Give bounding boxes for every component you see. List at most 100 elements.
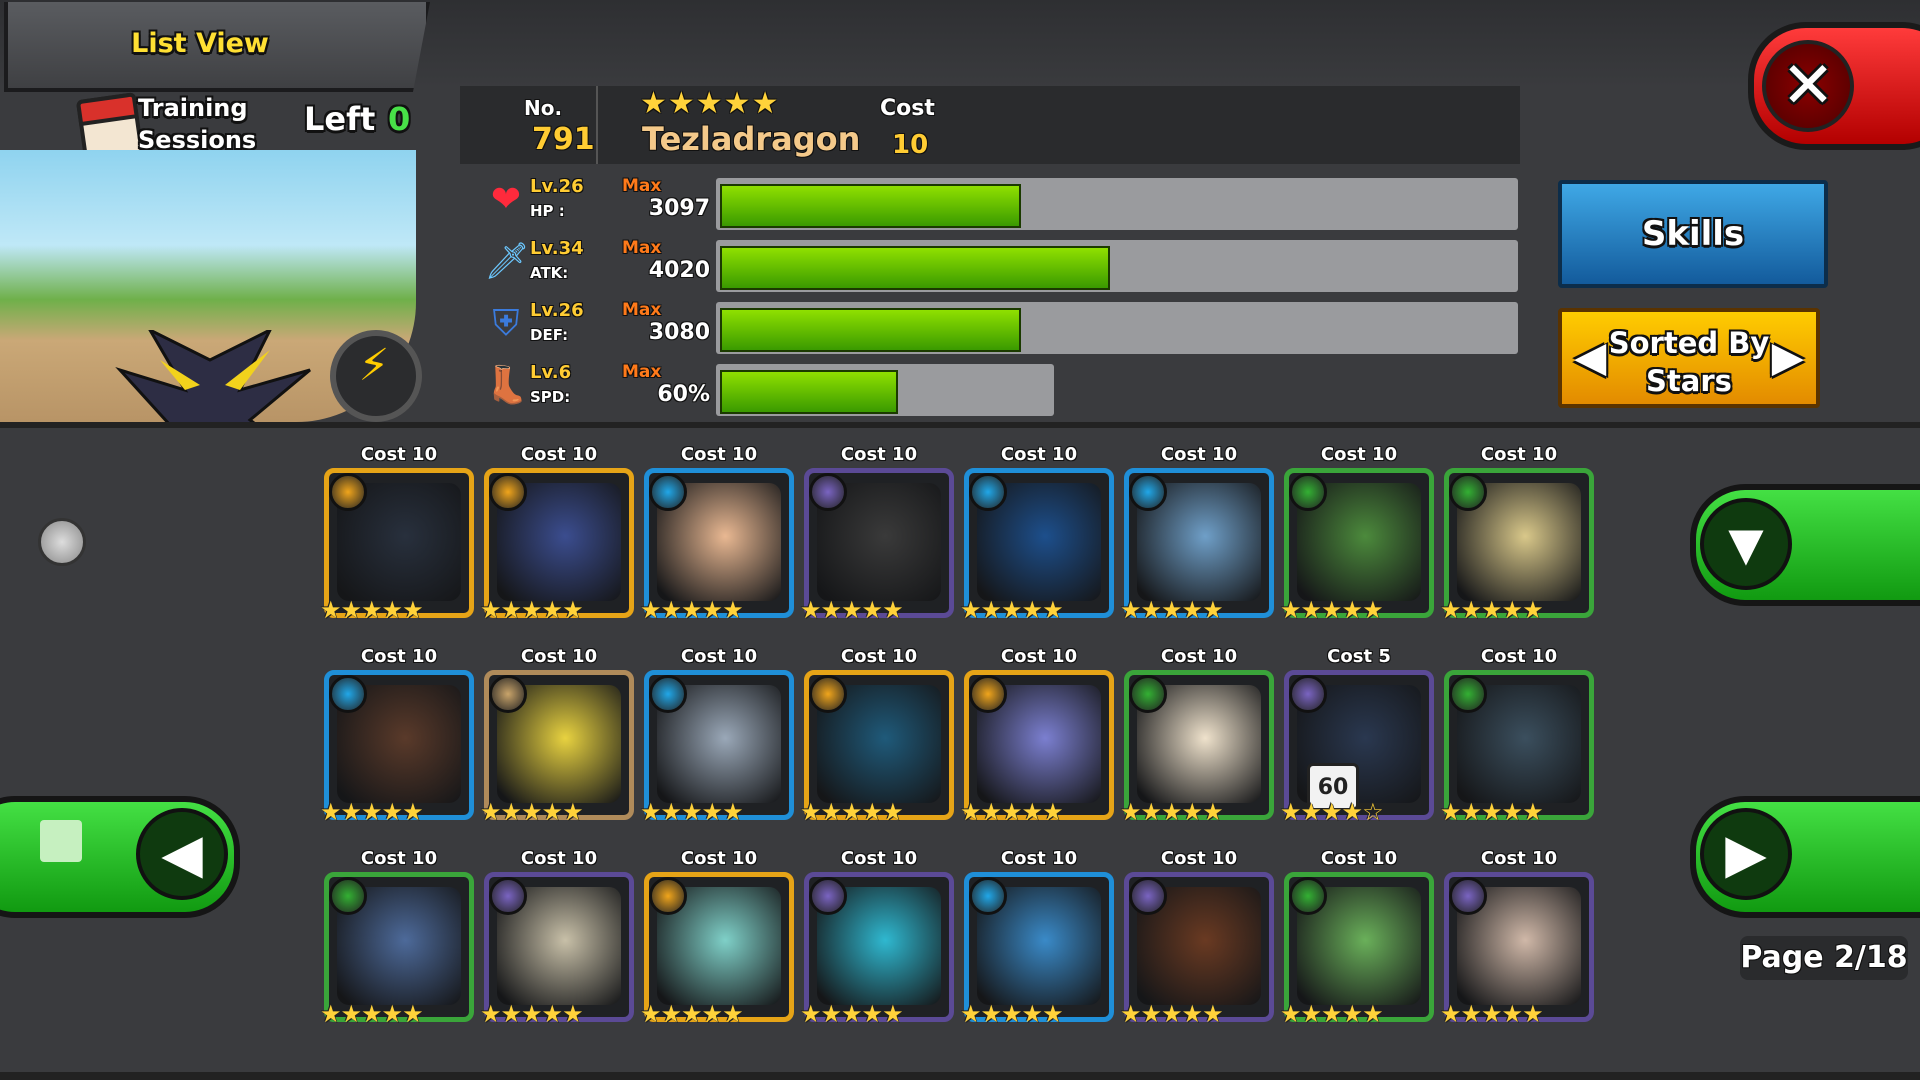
monster-card[interactable]: Cost 10 ★★★★★	[800, 646, 954, 826]
section-divider	[0, 422, 1920, 428]
card-stars: ★★★★★	[1280, 1000, 1384, 1028]
monster-card[interactable]: Cost 10 ★★★★★	[1120, 848, 1274, 1028]
card-stars: ★★★★★	[800, 1000, 904, 1028]
monster-card[interactable]: Cost 10 ★★★★★	[800, 444, 954, 624]
filter-icon[interactable]: ▼	[1700, 498, 1792, 590]
monster-card[interactable]: Cost 10 ★★★★★	[1280, 444, 1434, 624]
stat-max-label: Max	[622, 362, 662, 382]
monster-card[interactable]: Cost 10 ★★★★★	[1120, 444, 1274, 624]
close-icon[interactable]: ✕	[1762, 40, 1854, 132]
monster-card[interactable]: Cost 5 60 ★★★★☆	[1280, 646, 1434, 826]
monster-card[interactable]: Cost 10 ★★★★★	[960, 646, 1114, 826]
monster-card[interactable]: Cost 10 ★★★★★	[320, 646, 474, 826]
monster-card[interactable]: Cost 10 ★★★★★	[800, 848, 954, 1028]
stat-level: Lv.26	[530, 300, 584, 321]
list-view-label: List View	[131, 28, 269, 59]
monster-card[interactable]: Cost 10 ★★★★★	[960, 444, 1114, 624]
monster-card[interactable]: Cost 10 ★★★★★	[320, 444, 474, 624]
card-stars: ★★★★★	[800, 596, 904, 624]
monster-card[interactable]: Cost 10 ★★★★★	[640, 848, 794, 1028]
monster-stars: ★★★★★	[640, 86, 780, 121]
card-cost: Cost 10	[1160, 848, 1238, 869]
lightning-element-icon	[649, 877, 687, 915]
card-stars: ★★★★★	[960, 798, 1064, 826]
water-element-icon	[649, 473, 687, 511]
monster-card[interactable]: Cost 10 ★★★★★	[640, 444, 794, 624]
card-stars: ★★★★☆	[1280, 798, 1384, 826]
lightning-icon[interactable]: ⚡	[344, 340, 404, 391]
card-cost: Cost 10	[1320, 444, 1398, 465]
monster-card[interactable]: Cost 10 ★★★★★	[1120, 646, 1274, 826]
multi-select-checkbox[interactable]	[40, 820, 82, 862]
monster-card[interactable]: Cost 10 ★★★★★	[480, 848, 634, 1028]
water-element-icon	[649, 675, 687, 713]
card-stars: ★★★★★	[640, 798, 744, 826]
card-stars: ★★★★★	[320, 1000, 424, 1028]
card-cost: Cost 10	[360, 646, 438, 667]
monster-card[interactable]: Cost 10 ★★★★★	[320, 848, 474, 1028]
nature-element-icon	[1449, 473, 1487, 511]
monster-card[interactable]: Cost 10 ★★★★★	[1440, 444, 1594, 624]
stat-max-label: Max	[622, 238, 662, 258]
sort-next-icon[interactable]: ▶	[1772, 336, 1804, 378]
monster-card[interactable]: Cost 10 ★★★★★	[1440, 848, 1594, 1028]
card-cost: Cost 10	[1000, 848, 1078, 869]
cost-value: 10	[892, 130, 929, 160]
cost-label: Cost	[880, 96, 935, 121]
select-mode-radio[interactable]	[38, 518, 86, 566]
water-element-icon	[1129, 473, 1167, 511]
nature-element-icon	[1289, 473, 1327, 511]
monster-card[interactable]: Cost 10 ★★★★★	[480, 646, 634, 826]
monster-card[interactable]: Cost 10 ★★★★★	[1440, 646, 1594, 826]
boot-icon: 👢	[484, 365, 529, 406]
card-cost: Cost 10	[1480, 646, 1558, 667]
dark-element-icon	[1289, 675, 1327, 713]
sort-button[interactable]: ◀ Sorted By Stars ▶	[1558, 308, 1820, 408]
dark-element-icon	[489, 877, 527, 915]
water-element-icon	[969, 877, 1007, 915]
stat-bar-fill	[720, 308, 1021, 352]
monster-card[interactable]: Cost 10 ★★★★★	[960, 848, 1114, 1028]
card-stars: ★★★★★	[1120, 596, 1224, 624]
dark-element-icon	[809, 473, 847, 511]
divider	[596, 86, 598, 164]
card-stars: ★★★★★	[480, 798, 584, 826]
card-stars: ★★★★★	[320, 798, 424, 826]
dark-element-icon	[1129, 877, 1167, 915]
monster-card[interactable]: Cost 10 ★★★★★	[640, 646, 794, 826]
page-indicator: Page 2/18	[1740, 936, 1908, 980]
nature-element-icon	[1129, 675, 1167, 713]
card-stars: ★★★★★	[1440, 798, 1544, 826]
card-stars: ★★★★★	[800, 798, 904, 826]
card-stars: ★★★★★	[640, 1000, 744, 1028]
stat-value: 4020	[648, 258, 710, 283]
card-cost: Cost 10	[680, 848, 758, 869]
stat-value: 3097	[648, 196, 710, 221]
card-stars: ★★★★★	[1120, 1000, 1224, 1028]
sword-icon: 🗡	[484, 241, 530, 282]
stat-name: HP :	[530, 202, 565, 220]
left-label: Left	[304, 100, 376, 138]
monster-card[interactable]: Cost 10 ★★★★★	[1280, 848, 1434, 1028]
nature-element-icon	[329, 877, 367, 915]
card-cost: Cost 10	[1480, 444, 1558, 465]
stat-value: 3080	[648, 320, 710, 345]
lightning-element-icon	[969, 675, 1007, 713]
stat-bar-track	[716, 364, 1054, 416]
next-page-button[interactable]: ▶	[1700, 808, 1792, 900]
card-cost: Cost 10	[840, 848, 918, 869]
sort-label-line2: Stars	[1646, 364, 1732, 398]
prev-page-button[interactable]: ◀	[136, 808, 228, 900]
training-sessions-label: Training Sessions	[138, 94, 257, 154]
sort-label-line1: Sorted By	[1608, 326, 1770, 360]
stat-name: ATK:	[530, 264, 569, 282]
sort-prev-icon[interactable]: ◀	[1574, 336, 1606, 378]
lightning-element-icon	[809, 675, 847, 713]
card-cost: Cost 10	[1320, 848, 1398, 869]
skills-button[interactable]: Skills	[1558, 180, 1828, 288]
monster-card[interactable]: Cost 10 ★★★★★	[480, 444, 634, 624]
monster-info-header	[460, 86, 1520, 164]
card-cost: Cost 10	[1000, 646, 1078, 667]
card-cost: Cost 10	[520, 444, 598, 465]
stat-max-label: Max	[622, 176, 662, 196]
